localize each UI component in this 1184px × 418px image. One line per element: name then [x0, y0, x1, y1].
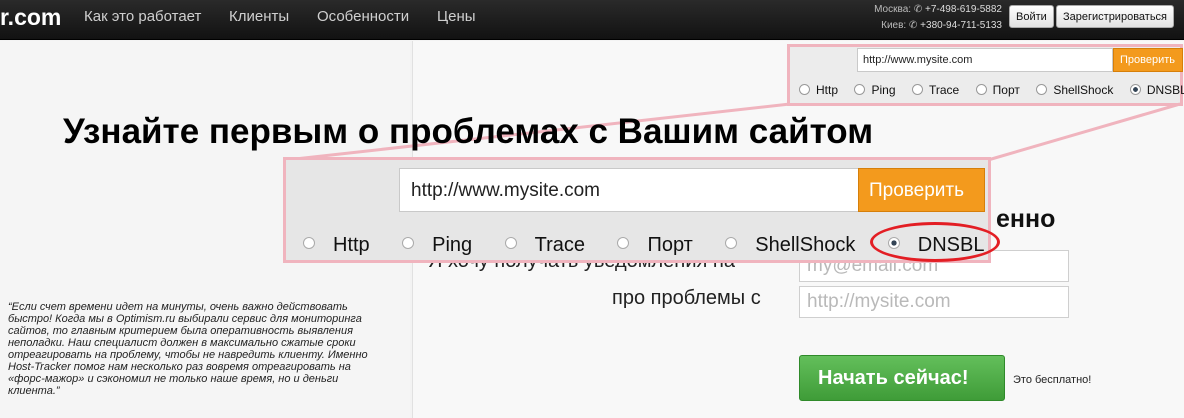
- radio-icon[interactable]: [402, 237, 415, 249]
- option-shellshock-zoomed[interactable]: ShellShock: [725, 234, 855, 257]
- option-trace-zoomed[interactable]: Trace: [504, 234, 585, 257]
- check-button-zoomed[interactable]: Проверить: [858, 168, 985, 212]
- radio-icon[interactable]: [725, 237, 738, 249]
- option-port-zoomed[interactable]: Порт: [617, 234, 693, 257]
- radio-icon[interactable]: [617, 237, 630, 249]
- site-url-field[interactable]: http://mysite.com: [799, 286, 1069, 318]
- testimonial-quote: “Если счет времени идет на минуты, очень…: [8, 301, 368, 397]
- url-input-zoomed[interactable]: http://www.mysite.com: [399, 168, 859, 212]
- option-http-zoomed[interactable]: Http: [303, 234, 370, 257]
- problems-label: про проблемы с: [612, 287, 761, 309]
- subheading-fragment: енно: [996, 205, 1056, 233]
- page-headline: Узнайте первым о проблемах с Вашим сайто…: [63, 112, 874, 151]
- radio-icon[interactable]: [504, 237, 517, 249]
- option-ping-zoomed[interactable]: Ping: [402, 234, 472, 257]
- free-note: Это бесплатно!: [1013, 374, 1092, 386]
- radio-icon[interactable]: [303, 237, 315, 249]
- start-now-button[interactable]: Начать сейчас!: [799, 355, 1005, 401]
- dnsbl-highlight-ring: [870, 222, 1000, 262]
